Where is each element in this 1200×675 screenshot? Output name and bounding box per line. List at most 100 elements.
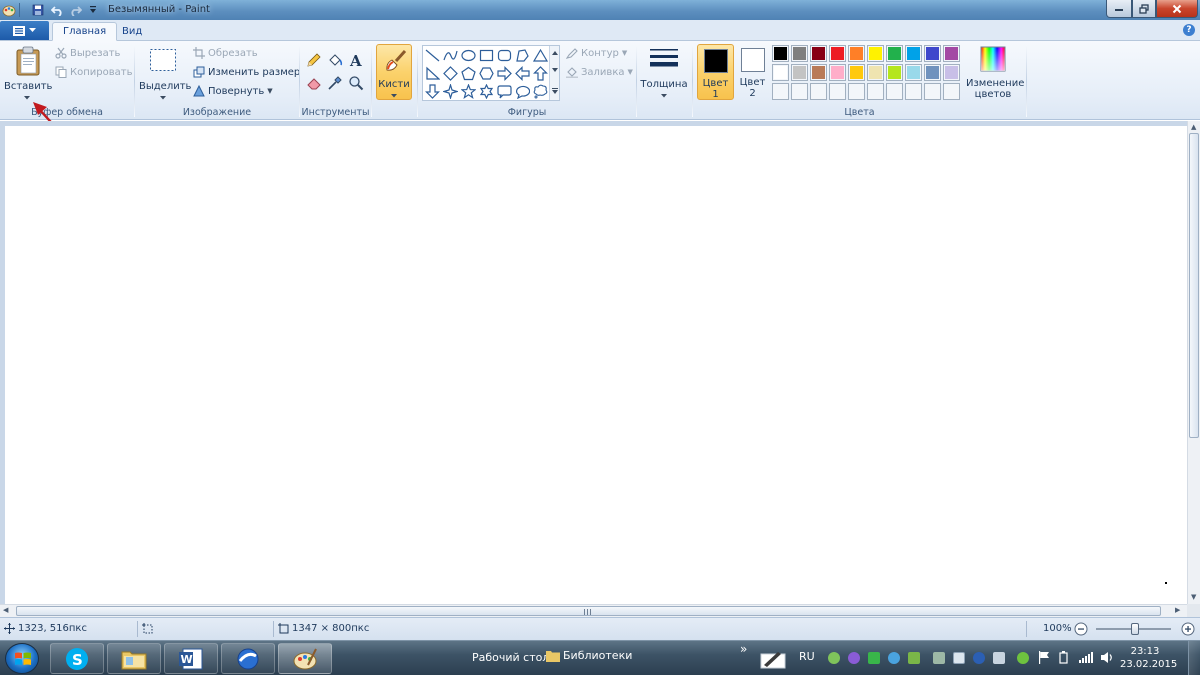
palette-swatch[interactable] (829, 45, 846, 62)
paint-menu-button[interactable] (0, 21, 49, 40)
gallery-up-icon[interactable] (552, 51, 558, 55)
copy-button[interactable]: Копировать (55, 66, 132, 78)
paste-button[interactable]: Вставить (4, 44, 52, 102)
shape-oval-callout-icon[interactable] (514, 83, 531, 100)
palette-custom-slot[interactable] (829, 83, 846, 100)
show-desktop-button[interactable] (1188, 641, 1200, 675)
gallery-expand-icon[interactable] (552, 88, 558, 94)
crop-button[interactable]: Обрезать (193, 47, 258, 59)
shapes-gallery-scroll[interactable] (549, 46, 559, 100)
scroll-down-icon[interactable]: ▼ (1191, 593, 1196, 601)
palette-custom-slot[interactable] (772, 83, 789, 100)
redo-icon[interactable] (68, 3, 82, 17)
shape-left-arrow-icon[interactable] (514, 65, 531, 82)
color2-button[interactable]: Цвет 2 (737, 44, 768, 100)
rotate-button[interactable]: Повернуть ▼ (193, 85, 273, 97)
shape-cloud-callout-icon[interactable] (532, 83, 549, 100)
palette-swatch[interactable] (810, 64, 827, 81)
shape-rectangle-icon[interactable] (478, 47, 495, 64)
shape-rounded-rectangle-icon[interactable] (496, 47, 513, 64)
shape-six-point-star-icon[interactable] (478, 83, 495, 100)
shape-line-icon[interactable] (424, 47, 441, 64)
scroll-right-icon[interactable]: ▶ (1175, 606, 1180, 614)
palette-swatch[interactable] (848, 45, 865, 62)
tray-security-icon[interactable] (1017, 652, 1029, 664)
palette-swatch[interactable] (943, 64, 960, 81)
paint-app-icon[interactable] (2, 3, 16, 17)
shape-right-triangle-icon[interactable] (424, 65, 441, 82)
vertical-scroll-thumb[interactable] (1189, 133, 1199, 438)
pen-input-icon[interactable] (760, 649, 786, 672)
desktop-toolbar-label[interactable]: Рабочий стол (472, 651, 549, 664)
taskbar-skype[interactable]: S (50, 643, 104, 674)
scroll-left-icon[interactable]: ◀ (3, 606, 8, 614)
libraries-toolbar[interactable]: Библиотеки (546, 649, 632, 662)
brushes-button[interactable]: Кисти (376, 44, 412, 100)
undo-icon[interactable] (50, 3, 64, 17)
shape-hexagon-icon[interactable] (478, 65, 495, 82)
minimize-button[interactable] (1106, 0, 1132, 18)
palette-swatch[interactable] (791, 64, 808, 81)
cut-button[interactable]: Вырезать (55, 47, 120, 59)
gallery-down-icon[interactable] (552, 68, 558, 72)
shape-curve-icon[interactable] (442, 47, 459, 64)
palette-custom-slot[interactable] (810, 83, 827, 100)
pencil-icon[interactable] (304, 50, 324, 70)
system-clock[interactable]: 23:13 23.02.2015 (1120, 645, 1177, 671)
taskbar-explorer[interactable] (107, 643, 161, 674)
tray-power-icon[interactable] (1058, 651, 1070, 667)
close-button[interactable] (1156, 0, 1198, 18)
shape-diamond-icon[interactable] (442, 65, 459, 82)
thickness-button[interactable]: Толщина (640, 43, 688, 103)
zoom-in-button[interactable] (1181, 622, 1195, 636)
palette-swatch[interactable] (829, 64, 846, 81)
tray-app-icon[interactable] (848, 652, 860, 664)
palette-custom-slot[interactable] (791, 83, 808, 100)
tray-toolbox-icon[interactable] (908, 652, 920, 664)
palette-custom-slot[interactable] (905, 83, 922, 100)
palette-swatch[interactable] (905, 64, 922, 81)
language-indicator[interactable]: RU (799, 650, 815, 663)
network-signal-icon[interactable] (1079, 651, 1093, 667)
zoom-slider-thumb[interactable] (1131, 623, 1139, 635)
palette-custom-slot[interactable] (924, 83, 941, 100)
edit-colors-button[interactable]: Изменение цветов (966, 44, 1024, 102)
fill-icon[interactable] (325, 50, 345, 70)
shape-pentagon-icon[interactable] (460, 65, 477, 82)
drawing-canvas[interactable] (5, 126, 1187, 604)
fill-button[interactable]: Заливка ▼ (566, 66, 633, 78)
tray-update-icon[interactable] (888, 652, 900, 664)
shape-right-arrow-icon[interactable] (496, 65, 513, 82)
horizontal-scroll-thumb[interactable] (16, 606, 1161, 616)
save-icon[interactable] (31, 3, 45, 17)
shape-up-arrow-icon[interactable] (532, 65, 549, 82)
palette-swatch[interactable] (848, 64, 865, 81)
shape-rounded-callout-icon[interactable] (496, 83, 513, 100)
tray-monitor-icon[interactable] (933, 652, 945, 664)
shape-five-point-star-icon[interactable] (460, 83, 477, 100)
scroll-up-icon[interactable]: ▲ (1191, 123, 1196, 131)
toolbar-chevron-icon[interactable]: » (740, 642, 747, 656)
magnifier-icon[interactable] (346, 73, 366, 93)
taskbar-paint[interactable] (278, 643, 332, 674)
palette-swatch[interactable] (772, 45, 789, 62)
shape-down-arrow-icon[interactable] (424, 83, 441, 100)
palette-custom-slot[interactable] (848, 83, 865, 100)
tray-sync-icon[interactable] (828, 652, 840, 664)
tab-home[interactable]: Главная (52, 22, 118, 41)
resize-button[interactable]: Изменить размер (193, 66, 300, 78)
shape-four-point-star-icon[interactable] (442, 83, 459, 100)
bluetooth-icon[interactable] (973, 652, 985, 664)
palette-custom-slot[interactable] (867, 83, 884, 100)
shape-triangle-icon[interactable] (532, 47, 549, 64)
tray-usb-icon[interactable] (993, 652, 1005, 664)
maximize-button[interactable] (1132, 0, 1156, 18)
palette-swatch[interactable] (791, 45, 808, 62)
volume-icon[interactable] (1100, 651, 1114, 667)
action-center-flag-icon[interactable] (1038, 651, 1050, 667)
shape-polygon-icon[interactable] (514, 47, 531, 64)
select-dropdown-icon[interactable] (160, 96, 166, 100)
palette-swatch[interactable] (772, 64, 789, 81)
palette-custom-slot[interactable] (886, 83, 903, 100)
tray-device-icon[interactable] (953, 652, 965, 664)
